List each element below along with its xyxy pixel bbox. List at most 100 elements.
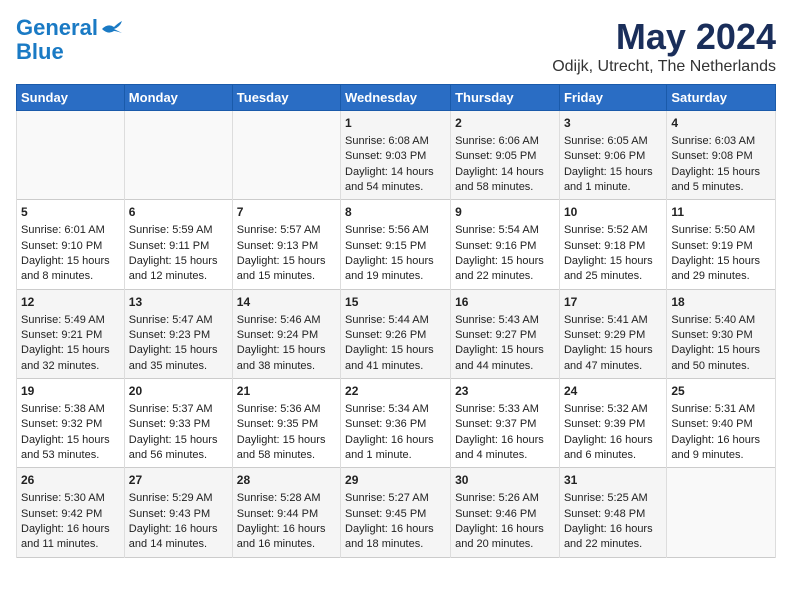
day-info: Daylight: 15 hours and 25 minutes. <box>564 254 662 285</box>
day-info: Daylight: 15 hours and 38 minutes. <box>237 343 336 374</box>
day-info: Sunset: 9:32 PM <box>21 417 120 432</box>
calendar-cell: 13Sunrise: 5:47 AMSunset: 9:23 PMDayligh… <box>124 289 232 378</box>
day-number: 30 <box>455 472 555 489</box>
day-info: Daylight: 16 hours and 9 minutes. <box>671 433 771 464</box>
calendar-cell: 12Sunrise: 5:49 AMSunset: 9:21 PMDayligh… <box>17 289 125 378</box>
day-info: Sunrise: 5:33 AM <box>455 402 555 417</box>
day-info: Sunset: 9:48 PM <box>564 507 662 522</box>
calendar-cell: 14Sunrise: 5:46 AMSunset: 9:24 PMDayligh… <box>232 289 340 378</box>
day-info: Sunset: 9:36 PM <box>345 417 446 432</box>
day-number: 25 <box>671 383 771 400</box>
calendar-table: SundayMondayTuesdayWednesdayThursdayFrid… <box>16 84 776 558</box>
calendar-cell: 20Sunrise: 5:37 AMSunset: 9:33 PMDayligh… <box>124 379 232 468</box>
day-info: Sunset: 9:16 PM <box>455 239 555 254</box>
calendar-cell: 9Sunrise: 5:54 AMSunset: 9:16 PMDaylight… <box>451 200 560 289</box>
day-info: Sunset: 9:45 PM <box>345 507 446 522</box>
day-number: 7 <box>237 204 336 221</box>
day-info: Sunrise: 5:38 AM <box>21 402 120 417</box>
day-number: 4 <box>671 115 771 132</box>
day-info: Sunset: 9:27 PM <box>455 328 555 343</box>
day-number: 20 <box>129 383 228 400</box>
day-info: Sunset: 9:42 PM <box>21 507 120 522</box>
day-header-saturday: Saturday <box>667 85 776 111</box>
calendar-cell: 30Sunrise: 5:26 AMSunset: 9:46 PMDayligh… <box>451 468 560 557</box>
day-info: Sunset: 9:06 PM <box>564 149 662 164</box>
calendar-cell: 17Sunrise: 5:41 AMSunset: 9:29 PMDayligh… <box>559 289 666 378</box>
day-info: Sunset: 9:43 PM <box>129 507 228 522</box>
day-info: Daylight: 15 hours and 35 minutes. <box>129 343 228 374</box>
logo-bird-icon <box>100 21 122 37</box>
calendar-cell: 25Sunrise: 5:31 AMSunset: 9:40 PMDayligh… <box>667 379 776 468</box>
calendar-header-row: SundayMondayTuesdayWednesdayThursdayFrid… <box>17 85 776 111</box>
day-header-tuesday: Tuesday <box>232 85 340 111</box>
calendar-cell: 1Sunrise: 6:08 AMSunset: 9:03 PMDaylight… <box>341 111 451 200</box>
location-subtitle: Odijk, Utrecht, The Netherlands <box>552 58 776 76</box>
day-info: Sunrise: 5:44 AM <box>345 313 446 328</box>
day-info: Sunrise: 5:41 AM <box>564 313 662 328</box>
day-info: Sunrise: 5:34 AM <box>345 402 446 417</box>
day-info: Daylight: 15 hours and 12 minutes. <box>129 254 228 285</box>
week-row-2: 5Sunrise: 6:01 AMSunset: 9:10 PMDaylight… <box>17 200 776 289</box>
logo-blue: Blue <box>16 40 64 64</box>
day-number: 31 <box>564 472 662 489</box>
day-number: 5 <box>21 204 120 221</box>
day-info: Sunrise: 5:40 AM <box>671 313 771 328</box>
title-block: May 2024 Odijk, Utrecht, The Netherlands <box>552 16 776 76</box>
calendar-cell: 6 Sunrise: 5:59 AMSunset: 9:11 PMDaylight… <box>124 200 232 289</box>
day-info: Sunset: 9:24 PM <box>237 328 336 343</box>
day-header-thursday: Thursday <box>451 85 560 111</box>
day-info: Sunrise: 5:30 AM <box>21 491 120 506</box>
day-info: Daylight: 16 hours and 22 minutes. <box>564 522 662 553</box>
day-number: 16 <box>455 294 555 311</box>
day-number: 2 <box>455 115 555 132</box>
calendar-cell: 15Sunrise: 5:44 AMSunset: 9:26 PMDayligh… <box>341 289 451 378</box>
day-info: Sunset: 9:39 PM <box>564 417 662 432</box>
day-info: Sunrise: 6:05 AM <box>564 134 662 149</box>
day-info: Sunrise: 5:56 AM <box>345 223 446 238</box>
day-number: 10 <box>564 204 662 221</box>
day-info: Daylight: 15 hours and 32 minutes. <box>21 343 120 374</box>
day-info: Sunrise: 5:32 AM <box>564 402 662 417</box>
week-row-5: 26Sunrise: 5:30 AMSunset: 9:42 PMDayligh… <box>17 468 776 557</box>
day-info: Sunrise: 5:46 AM <box>237 313 336 328</box>
day-info: Sunrise: 5:25 AM <box>564 491 662 506</box>
calendar-cell: 2Sunrise: 6:06 AMSunset: 9:05 PMDaylight… <box>451 111 560 200</box>
page-header: General Blue May 2024 Odijk, Utrecht, Th… <box>16 16 776 76</box>
calendar-cell: 7Sunrise: 5:57 AMSunset: 9:13 PMDaylight… <box>232 200 340 289</box>
day-number: 27 <box>129 472 228 489</box>
week-row-4: 19Sunrise: 5:38 AMSunset: 9:32 PMDayligh… <box>17 379 776 468</box>
day-info: Daylight: 15 hours and 53 minutes. <box>21 433 120 464</box>
day-number: 28 <box>237 472 336 489</box>
day-info: Sunset: 9:10 PM <box>21 239 120 254</box>
day-number: 9 <box>455 204 555 221</box>
day-info: Sunrise: 5:43 AM <box>455 313 555 328</box>
day-info: Sunrise: 5:47 AM <box>129 313 228 328</box>
day-number: 17 <box>564 294 662 311</box>
day-header-wednesday: Wednesday <box>341 85 451 111</box>
calendar-cell: 26Sunrise: 5:30 AMSunset: 9:42 PMDayligh… <box>17 468 125 557</box>
day-info: Sunrise: 5:59 AM <box>129 223 228 238</box>
day-info: Sunset: 9:37 PM <box>455 417 555 432</box>
calendar-body: 1Sunrise: 6:08 AMSunset: 9:03 PMDaylight… <box>17 111 776 558</box>
calendar-cell: 3Sunrise: 6:05 AMSunset: 9:06 PMDaylight… <box>559 111 666 200</box>
day-number: 6 <box>129 204 228 221</box>
day-info: Sunrise: 5:54 AM <box>455 223 555 238</box>
day-info: Sunrise: 5:28 AM <box>237 491 336 506</box>
week-row-3: 12Sunrise: 5:49 AMSunset: 9:21 PMDayligh… <box>17 289 776 378</box>
calendar-cell: 4Sunrise: 6:03 AMSunset: 9:08 PMDaylight… <box>667 111 776 200</box>
day-info: Daylight: 16 hours and 14 minutes. <box>129 522 228 553</box>
day-number: 12 <box>21 294 120 311</box>
calendar-cell: 8Sunrise: 5:56 AMSunset: 9:15 PMDaylight… <box>341 200 451 289</box>
calendar-cell: 23Sunrise: 5:33 AMSunset: 9:37 PMDayligh… <box>451 379 560 468</box>
day-info: Sunset: 9:21 PM <box>21 328 120 343</box>
day-info: Sunset: 9:11 PM <box>129 239 228 254</box>
day-header-friday: Friday <box>559 85 666 111</box>
day-info: Sunset: 9:35 PM <box>237 417 336 432</box>
day-info: Sunset: 9:19 PM <box>671 239 771 254</box>
day-info: Daylight: 15 hours and 1 minute. <box>564 165 662 196</box>
day-info: Daylight: 16 hours and 1 minute. <box>345 433 446 464</box>
calendar-cell: 29Sunrise: 5:27 AMSunset: 9:45 PMDayligh… <box>341 468 451 557</box>
calendar-cell: 18Sunrise: 5:40 AMSunset: 9:30 PMDayligh… <box>667 289 776 378</box>
day-info: Daylight: 15 hours and 47 minutes. <box>564 343 662 374</box>
day-info: Daylight: 15 hours and 19 minutes. <box>345 254 446 285</box>
